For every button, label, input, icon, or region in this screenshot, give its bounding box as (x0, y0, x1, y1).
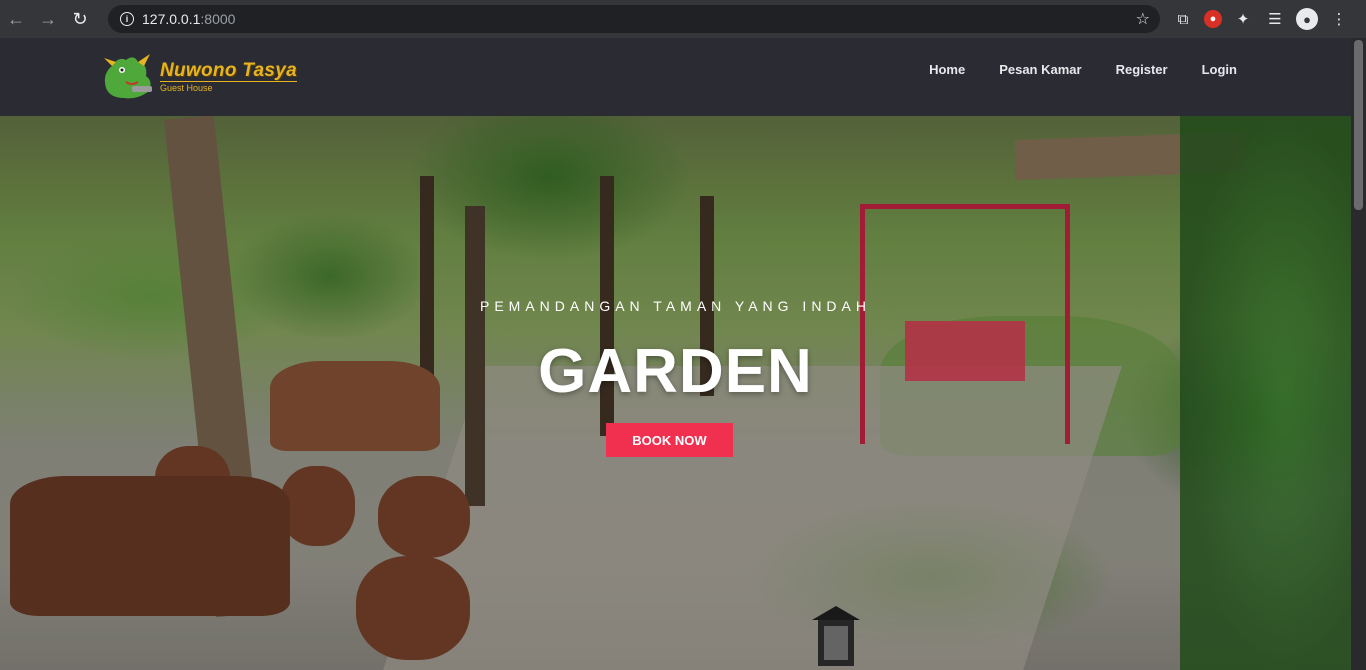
address-bar[interactable]: i 127.0.0.1 :8000 ☆ (108, 5, 1160, 33)
profile-avatar-icon[interactable]: ● (1296, 8, 1318, 30)
nav-register-link[interactable]: Register (1116, 62, 1168, 77)
info-icon[interactable]: i (120, 12, 134, 26)
shield-extension-icon[interactable]: ● (1204, 10, 1222, 28)
puzzle-icon[interactable]: ✦ (1232, 8, 1254, 30)
hero-title: GARDEN (538, 337, 813, 406)
nav-login-link[interactable]: Login (1202, 62, 1237, 77)
reload-icon[interactable]: ↻ (64, 0, 96, 38)
main-nav: Home Pesan Kamar Register Login (929, 62, 1237, 77)
back-icon[interactable]: ← (0, 0, 32, 38)
forward-icon[interactable]: → (32, 0, 64, 38)
dragon-logo-icon (104, 54, 152, 99)
menu-dots-icon[interactable]: ⋮ (1328, 8, 1350, 30)
url-host: 127.0.0.1 (142, 11, 201, 27)
extension-icon[interactable]: ⧉ (1172, 8, 1194, 30)
hero-kicker: PEMANDANGAN TAMAN YANG INDAH (479, 298, 871, 314)
nav-home-link[interactable]: Home (929, 62, 965, 77)
logo-title: Nuwono Tasya (160, 59, 297, 81)
url-port: :8000 (200, 11, 236, 27)
hero-section: PEMANDANGAN TAMAN YANG INDAH GARDEN BOOK… (0, 116, 1351, 670)
extension-area: ⧉ ● ✦ ☰ ● ⋮ (1172, 0, 1350, 38)
logo-subtitle: Guest House (160, 80, 297, 93)
browser-toolbar: ← → ↻ i 127.0.0.1 :8000 ☆ ⧉ ● ✦ ☰ ● ⋮ (0, 0, 1366, 38)
site-logo[interactable]: Nuwono Tasya Guest House (96, 48, 297, 104)
book-now-button[interactable]: BOOK NOW (606, 423, 733, 457)
scrollbar-thumb[interactable] (1354, 40, 1363, 210)
nav-pesan-kamar-link[interactable]: Pesan Kamar (999, 62, 1081, 77)
hero-content: PEMANDANGAN TAMAN YANG INDAH GARDEN BOOK… (0, 116, 1351, 670)
media-queue-icon[interactable]: ☰ (1264, 8, 1286, 30)
bookmark-star-icon[interactable]: ☆ (1136, 9, 1150, 29)
site-header: Nuwono Tasya Guest House Home Pesan Kama… (0, 38, 1351, 116)
